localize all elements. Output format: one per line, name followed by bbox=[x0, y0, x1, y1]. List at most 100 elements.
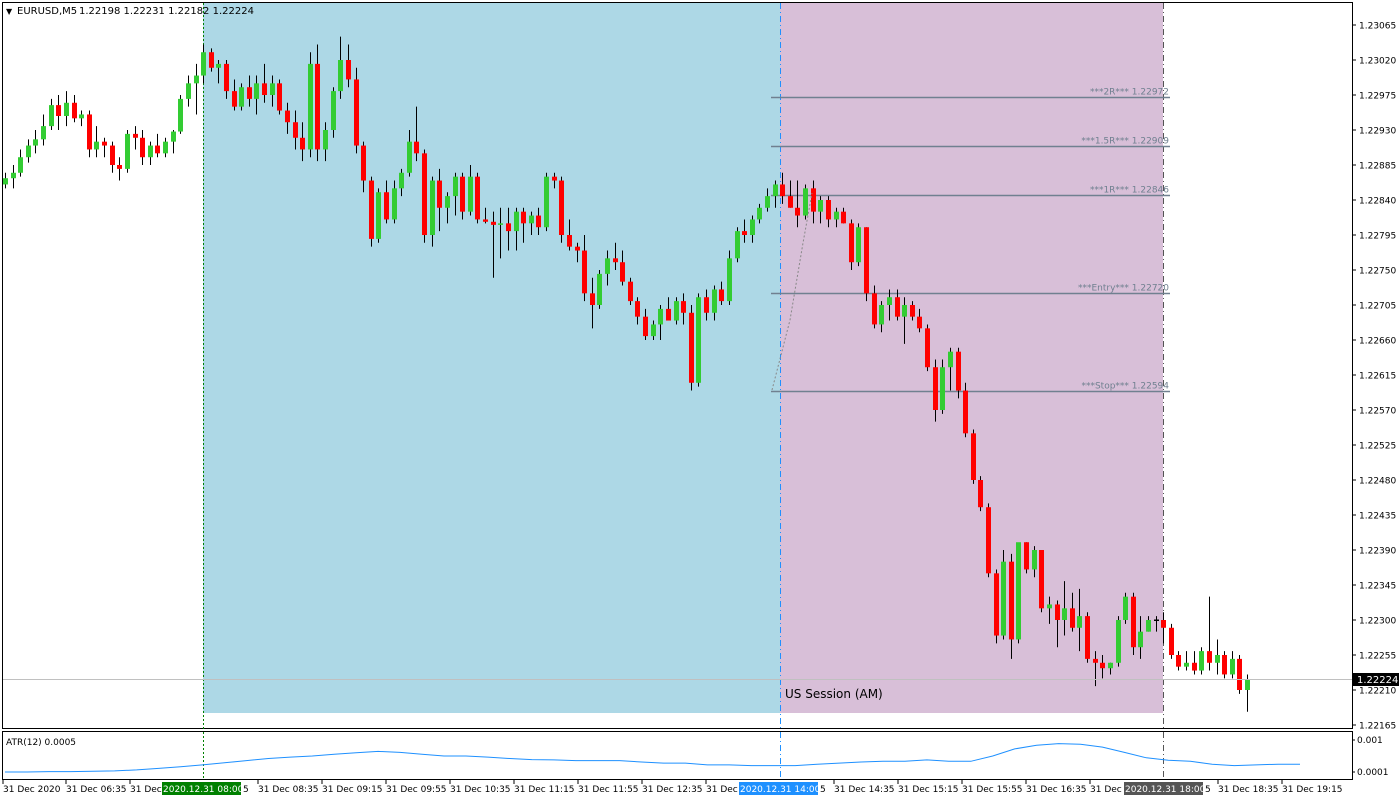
candle-body bbox=[133, 133, 138, 138]
candle bbox=[727, 250, 732, 305]
candle-body bbox=[1192, 662, 1197, 671]
price-tick-label: 1.22885 bbox=[1359, 162, 1396, 172]
candle-body bbox=[681, 301, 686, 313]
candle-body bbox=[971, 433, 976, 480]
candle-body bbox=[849, 223, 854, 263]
time-label: 31 Dec 15:55 bbox=[962, 785, 1023, 795]
candle bbox=[1169, 623, 1174, 659]
candle-body bbox=[597, 273, 602, 305]
candle-body bbox=[834, 211, 839, 220]
chart-symbol: EURUSD,M5 bbox=[17, 6, 77, 17]
candle-body bbox=[422, 153, 427, 235]
candle-body bbox=[201, 52, 206, 76]
price-axis: 1.23065 1.23020 1.22975 1.22930 1.22885 1.228… bbox=[1352, 22, 1396, 732]
candle-body bbox=[1016, 542, 1021, 640]
candle-body bbox=[1047, 604, 1052, 609]
price-tick-label: 1.22570 bbox=[1359, 407, 1396, 417]
candle-body bbox=[262, 83, 267, 95]
candle bbox=[475, 172, 480, 224]
candle-body bbox=[895, 297, 900, 317]
candle-body bbox=[1138, 631, 1143, 648]
candle bbox=[1237, 655, 1242, 694]
candle-body bbox=[117, 165, 122, 169]
candle bbox=[277, 79, 282, 115]
candle-body bbox=[552, 176, 557, 181]
candle-body bbox=[628, 281, 633, 302]
candle-body bbox=[1222, 655, 1227, 675]
candle-body bbox=[765, 196, 770, 208]
candle bbox=[735, 227, 740, 263]
time-label: 31 Dec 14:35 bbox=[834, 785, 895, 795]
candle-body bbox=[315, 63, 320, 150]
candle-body bbox=[1024, 542, 1029, 570]
candle-body bbox=[963, 390, 968, 434]
menu-arrow-icon[interactable]: ▼ bbox=[6, 7, 13, 16]
current-price-label: 1.22224 bbox=[1357, 675, 1398, 686]
time-label: 31 Dec 12:35 bbox=[642, 785, 703, 795]
time-label: 31 Dec 18:35 bbox=[1218, 785, 1279, 795]
candle-body bbox=[498, 223, 503, 225]
atr-label: ATR(12) 0.0005 bbox=[6, 738, 76, 748]
candle-body bbox=[1062, 608, 1067, 620]
candle-body bbox=[254, 83, 259, 99]
candle-body bbox=[811, 188, 816, 212]
candle bbox=[376, 188, 381, 243]
time-label: 31 Dec 09:15 bbox=[322, 785, 383, 795]
candle bbox=[125, 130, 130, 173]
candle-body bbox=[643, 316, 648, 337]
candle-body bbox=[635, 301, 640, 317]
candle bbox=[978, 476, 983, 512]
candle-body bbox=[155, 145, 160, 154]
candle-body bbox=[102, 141, 107, 146]
candle-body bbox=[559, 180, 564, 235]
candle-body bbox=[354, 79, 359, 146]
price-tick-label: 1.22615 bbox=[1359, 372, 1396, 382]
candle bbox=[1085, 612, 1090, 663]
candle-body bbox=[613, 258, 618, 263]
candle bbox=[1222, 651, 1227, 679]
price-tick-label: 1.22525 bbox=[1359, 442, 1396, 452]
candle-body bbox=[994, 573, 999, 636]
candle-body bbox=[148, 145, 153, 158]
candle-body bbox=[780, 184, 785, 197]
candle-body bbox=[696, 297, 701, 383]
time-label: 2020.12.31 08:00 bbox=[163, 785, 244, 795]
candle-body bbox=[712, 289, 717, 313]
candle-body bbox=[933, 367, 938, 410]
chart-ohlc: 1.22198 1.22231 1.22182 1.22224 bbox=[79, 6, 254, 17]
candle-body bbox=[910, 305, 915, 317]
candle-body bbox=[651, 324, 656, 337]
candle-body bbox=[521, 211, 526, 224]
price-tick-label: 1.22795 bbox=[1359, 232, 1396, 242]
candle-body bbox=[338, 60, 343, 92]
candle-body bbox=[544, 176, 549, 228]
candle-body bbox=[1169, 627, 1174, 655]
candle-body bbox=[1146, 620, 1151, 632]
candle-body bbox=[110, 145, 115, 165]
candle-body bbox=[1184, 662, 1189, 667]
candle-body bbox=[72, 102, 77, 119]
candle-body bbox=[369, 180, 374, 239]
candle-body bbox=[308, 63, 313, 150]
time-label: 31 Dec bbox=[130, 785, 162, 795]
candle-body bbox=[194, 75, 199, 84]
candle-body bbox=[171, 131, 176, 142]
trading-chart[interactable]: US Session (AM) ***2R*** 1.22972 ***1.5R*… bbox=[0, 0, 1400, 800]
candle-body bbox=[1215, 655, 1220, 663]
candle-body bbox=[978, 480, 983, 508]
candle-body bbox=[803, 188, 808, 216]
candle-body bbox=[1100, 662, 1105, 669]
candle-body bbox=[1123, 596, 1128, 620]
candle-body bbox=[879, 305, 884, 325]
candle bbox=[1039, 550, 1044, 613]
candle-body bbox=[491, 221, 496, 225]
candle-body bbox=[1077, 616, 1082, 628]
candle-body bbox=[1108, 662, 1113, 669]
candle-body bbox=[575, 246, 580, 251]
candle-body bbox=[1009, 561, 1014, 640]
candle-body bbox=[818, 200, 823, 212]
candle-body bbox=[1230, 658, 1235, 675]
candle-body bbox=[239, 87, 244, 107]
price-tick-label: 1.22975 bbox=[1359, 92, 1396, 102]
candle bbox=[1016, 542, 1021, 644]
